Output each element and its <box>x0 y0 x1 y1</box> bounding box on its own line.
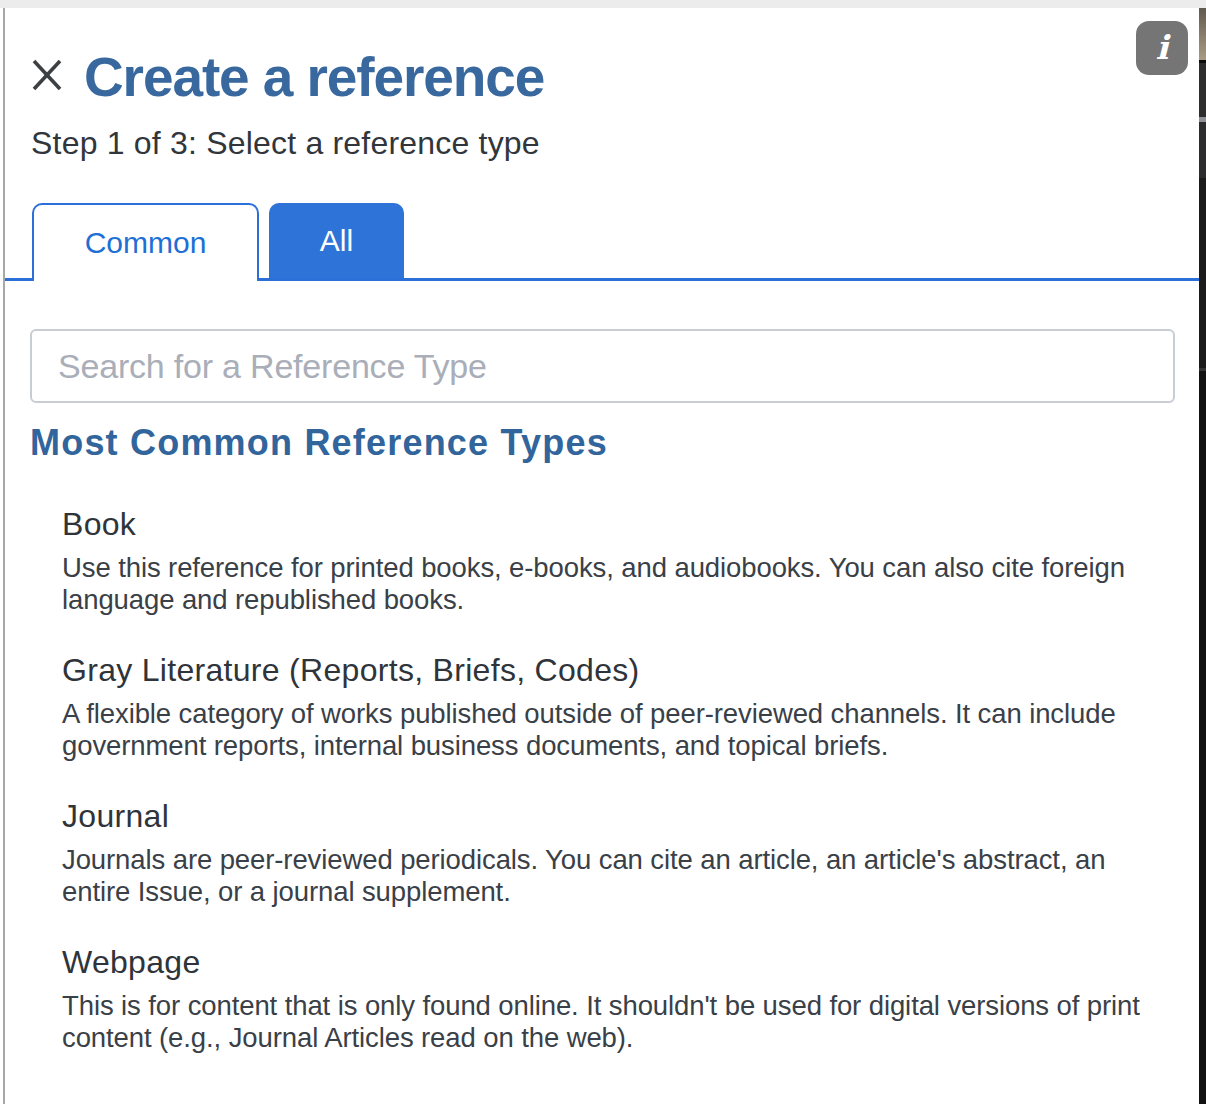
section-heading: Most Common Reference Types <box>30 420 608 466</box>
tab-all[interactable]: All <box>269 203 404 278</box>
reference-type-gray-literature[interactable]: Gray Literature (Reports, Briefs, Codes)… <box>62 652 1172 762</box>
create-reference-modal: Create a reference i Step 1 of 3: Select… <box>5 8 1199 1104</box>
reference-type-description: Journals are peer-reviewed periodicals. … <box>62 844 1172 908</box>
search-input[interactable] <box>30 329 1175 403</box>
reference-type-title[interactable]: Gray Literature (Reports, Briefs, Codes) <box>62 652 1172 688</box>
reference-type-title[interactable]: Book <box>62 506 1172 542</box>
info-button[interactable]: i <box>1136 21 1188 75</box>
tab-common[interactable]: Common <box>32 203 259 281</box>
top-band <box>0 0 1206 8</box>
info-icon: i <box>1156 28 1169 67</box>
backdrop-strip <box>1199 8 1206 1104</box>
reference-type-title[interactable]: Webpage <box>62 944 1172 980</box>
reference-type-book[interactable]: Book Use this reference for printed book… <box>62 506 1172 616</box>
step-label: Step 1 of 3: Select a reference type <box>31 125 540 161</box>
tab-common-label: Common <box>85 226 207 260</box>
reference-type-journal[interactable]: Journal Journals are peer-reviewed perio… <box>62 798 1172 908</box>
reference-type-description: This is for content that is only found o… <box>62 990 1172 1054</box>
reference-type-list: Book Use this reference for printed book… <box>62 506 1172 1090</box>
close-icon[interactable] <box>31 57 63 93</box>
reference-type-title[interactable]: Journal <box>62 798 1172 834</box>
reference-type-description: A flexible category of works published o… <box>62 698 1172 762</box>
page-title: Create a reference <box>84 46 544 108</box>
reference-type-webpage[interactable]: Webpage This is for content that is only… <box>62 944 1172 1054</box>
tab-all-label: All <box>320 224 353 258</box>
reference-type-description: Use this reference for printed books, e-… <box>62 552 1172 616</box>
